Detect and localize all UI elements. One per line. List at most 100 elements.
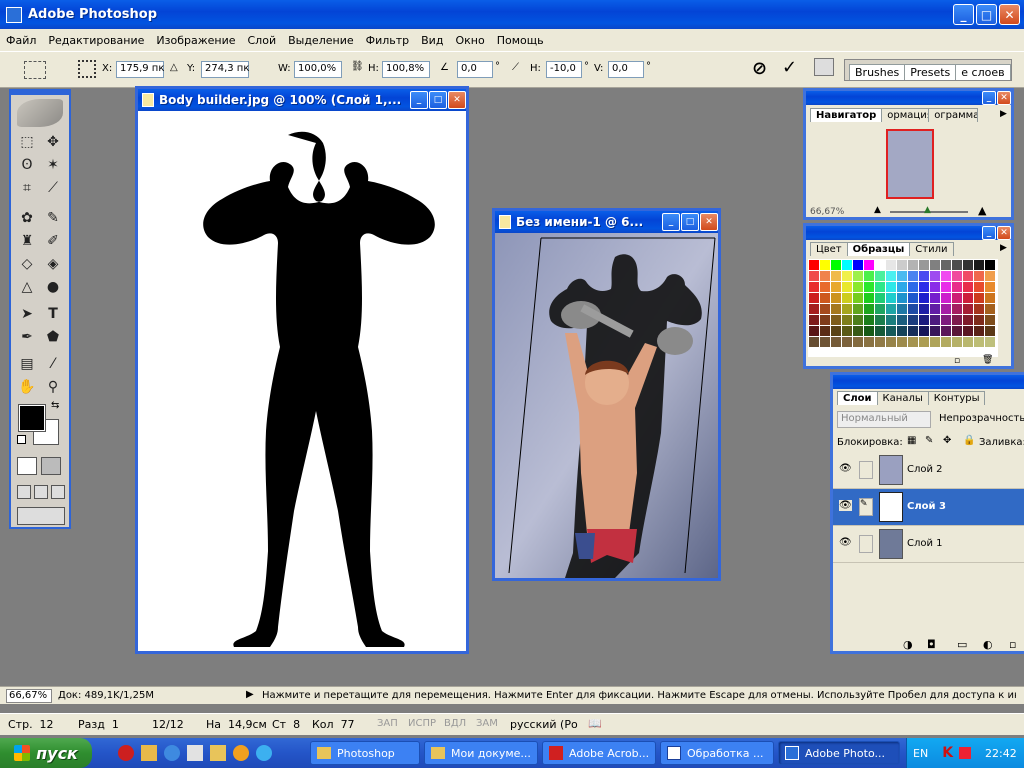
color-swatch[interactable]	[952, 271, 962, 281]
color-swatch[interactable]	[985, 260, 995, 270]
swatches-close-button[interactable]: ✕	[997, 226, 1011, 240]
crop-tool-icon[interactable]: ⌗	[15, 177, 39, 198]
taskbar-item-photoshop-folder[interactable]: Photoshop	[310, 741, 420, 765]
color-swatch[interactable]	[820, 271, 830, 281]
color-swatch[interactable]	[897, 304, 907, 314]
move-tool-icon[interactable]: ✥	[41, 131, 65, 152]
color-swatch[interactable]	[842, 326, 852, 336]
document-window-untitled[interactable]: Без имени-1 @ 6... _ □ ✕	[492, 208, 721, 581]
color-swatch[interactable]	[919, 293, 929, 303]
color-swatch[interactable]	[853, 282, 863, 292]
taskbar-item-word[interactable]: Обработка ...	[660, 741, 774, 765]
pen-tool-icon[interactable]: ✒	[15, 326, 39, 347]
color-swatch[interactable]	[941, 304, 951, 314]
taskbar-item-my-documents[interactable]: Мои докуме...	[424, 741, 538, 765]
color-swatch[interactable]	[919, 315, 929, 325]
close-button[interactable]: ✕	[999, 4, 1020, 25]
color-swatch[interactable]	[974, 315, 984, 325]
color-swatch[interactable]	[985, 315, 995, 325]
lasso-tool-icon[interactable]: ʘ	[15, 154, 39, 175]
hskew-field[interactable]: -10,0	[546, 61, 582, 78]
color-swatch[interactable]	[831, 293, 841, 303]
bucket-tool-icon[interactable]: ◈	[41, 253, 65, 274]
color-swatch[interactable]	[985, 304, 995, 314]
menu-file[interactable]: Файл	[6, 34, 36, 47]
layer-mask-icon[interactable]: ◘	[927, 638, 936, 651]
color-swatch[interactable]	[864, 293, 874, 303]
blur-tool-icon[interactable]: △	[15, 276, 39, 297]
menu-help[interactable]: Помощь	[497, 34, 544, 47]
color-swatch[interactable]	[930, 326, 940, 336]
transform-tool-icon[interactable]	[24, 61, 46, 79]
lock-position-icon[interactable]: ✥	[943, 435, 951, 446]
color-swatch[interactable]	[941, 315, 951, 325]
type-tool-icon[interactable]: T	[41, 303, 65, 324]
color-swatch[interactable]	[897, 260, 907, 270]
color-swatch[interactable]	[919, 337, 929, 347]
layer-name[interactable]: Слой 2	[907, 464, 943, 475]
color-swatch[interactable]	[963, 260, 973, 270]
color-swatch[interactable]	[941, 293, 951, 303]
blend-mode-select[interactable]: Нормальный	[837, 411, 931, 428]
color-swatch[interactable]	[853, 271, 863, 281]
color-swatch[interactable]	[809, 326, 819, 336]
navigator-close-button[interactable]: ✕	[997, 91, 1011, 105]
color-swatch[interactable]	[886, 337, 896, 347]
color-swatch[interactable]	[875, 271, 885, 281]
menu-select[interactable]: Выделение	[288, 34, 354, 47]
quick-mask-button[interactable]	[41, 457, 61, 475]
doc2-maximize-button[interactable]: □	[681, 213, 699, 231]
navigator-zoom-field[interactable]: 66,67%	[810, 207, 844, 217]
color-swatch[interactable]	[985, 271, 995, 281]
color-swatch[interactable]	[952, 337, 962, 347]
screen-mode-full-icon[interactable]	[51, 485, 65, 499]
tab-info[interactable]: ормация	[881, 108, 930, 122]
color-swatch[interactable]	[820, 315, 830, 325]
status-menu-arrow-icon[interactable]: ▶	[246, 689, 254, 700]
color-swatch[interactable]	[908, 304, 918, 314]
color-swatch[interactable]	[831, 315, 841, 325]
well-tab-layer-comps[interactable]: е слоев	[955, 64, 1011, 80]
color-swatch[interactable]	[831, 282, 841, 292]
screen-mode-full-menu-icon[interactable]	[34, 485, 48, 499]
color-swatch[interactable]	[809, 260, 819, 270]
color-swatch[interactable]	[809, 282, 819, 292]
new-group-icon[interactable]: ▭	[957, 638, 967, 651]
color-swatch[interactable]	[886, 304, 896, 314]
tab-color[interactable]: Цвет	[810, 242, 848, 256]
spelling-status-icon[interactable]: 📖	[588, 717, 602, 730]
color-swatch[interactable]	[875, 304, 885, 314]
color-swatch[interactable]	[831, 337, 841, 347]
foreground-color[interactable]	[18, 404, 46, 432]
reference-point-icon[interactable]	[78, 60, 96, 78]
color-swatch[interactable]	[809, 271, 819, 281]
tab-paths[interactable]: Контуры	[927, 391, 986, 405]
tab-styles[interactable]: Стили	[909, 242, 954, 256]
color-swatch[interactable]	[875, 326, 885, 336]
color-swatch[interactable]	[963, 271, 973, 281]
color-swatch[interactable]	[908, 271, 918, 281]
color-swatch[interactable]	[985, 326, 995, 336]
lock-all-icon[interactable]: 🔒	[963, 435, 975, 446]
link-icon[interactable]: ⛓	[351, 61, 364, 72]
color-swatch[interactable]	[919, 326, 929, 336]
eraser-tool-icon[interactable]: ◇	[15, 253, 39, 274]
color-swatch[interactable]	[908, 282, 918, 292]
navigator-preview[interactable]	[886, 129, 934, 199]
panel-menu-arrow-icon[interactable]: ▶	[1000, 243, 1007, 253]
color-swatch[interactable]	[908, 315, 918, 325]
doc1-minimize-button[interactable]: _	[410, 91, 428, 109]
layer-row-sloi-1[interactable]: 👁 Слой 1	[833, 526, 1024, 563]
color-swatch[interactable]	[908, 260, 918, 270]
tab-layers[interactable]: Слои	[837, 391, 878, 405]
color-swatch[interactable]	[908, 293, 918, 303]
color-swatch[interactable]	[864, 337, 874, 347]
color-swatch[interactable]	[853, 337, 863, 347]
zoom-in-icon[interactable]: ▲	[978, 204, 986, 217]
menu-edit[interactable]: Редактирование	[48, 34, 144, 47]
color-swatch[interactable]	[842, 271, 852, 281]
checkmark-icon[interactable]: ✓	[782, 57, 797, 78]
lock-image-icon[interactable]: ✎	[925, 435, 933, 446]
color-swatch[interactable]	[831, 326, 841, 336]
default-colors-icon[interactable]	[17, 435, 26, 444]
